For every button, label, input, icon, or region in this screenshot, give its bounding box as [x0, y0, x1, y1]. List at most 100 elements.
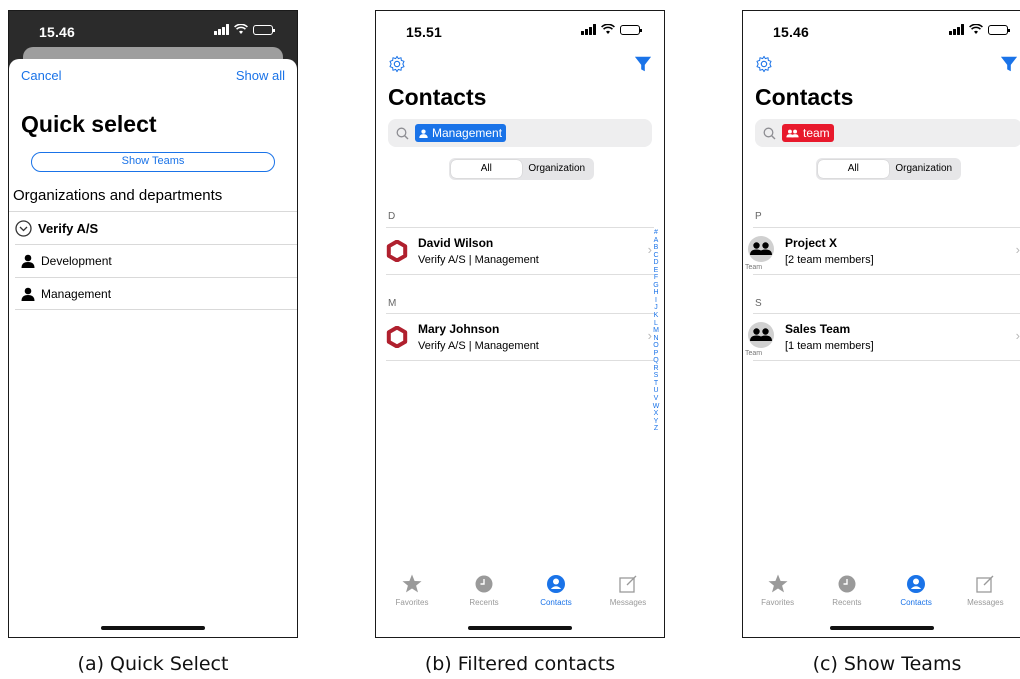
- index-letter[interactable]: Q: [652, 357, 660, 365]
- gear-icon[interactable]: [755, 55, 773, 73]
- section-letter: P: [755, 211, 762, 222]
- index-letter[interactable]: Y: [652, 418, 660, 426]
- contact-row[interactable]: David Wilson Verify A/S | Management ›: [386, 227, 654, 275]
- index-letter[interactable]: W: [652, 403, 660, 411]
- person-icon: [21, 287, 35, 301]
- segment-all[interactable]: All: [451, 160, 522, 178]
- index-letter[interactable]: D: [652, 259, 660, 267]
- status-time: 15.46: [773, 24, 810, 40]
- department-row-development[interactable]: Development: [15, 244, 297, 277]
- signal-icon: [214, 24, 229, 35]
- filtered-contacts-screen: 15.51 Contacts Management All Organizati…: [375, 10, 665, 638]
- index-letter[interactable]: K: [652, 312, 660, 320]
- index-letter[interactable]: O: [652, 342, 660, 350]
- clock-icon: [838, 575, 856, 593]
- index-letter[interactable]: J: [652, 304, 660, 312]
- index-letter[interactable]: L: [652, 320, 660, 328]
- index-letter[interactable]: N: [652, 335, 660, 343]
- segment-organization[interactable]: Organization: [889, 160, 960, 178]
- index-letter[interactable]: T: [652, 380, 660, 388]
- index-letter[interactable]: I: [652, 297, 660, 305]
- chevron-right-icon: ›: [1015, 242, 1020, 257]
- org-row-verify[interactable]: Verify A/S: [9, 211, 297, 244]
- tab-favorites[interactable]: Favorites: [743, 573, 812, 617]
- index-letter[interactable]: P: [652, 350, 660, 358]
- org-label: Verify A/S: [38, 220, 99, 236]
- tab-bar: Favorites Recents Contacts Messages: [376, 573, 664, 617]
- index-letter[interactable]: X: [652, 410, 660, 418]
- segment-organization[interactable]: Organization: [522, 160, 593, 178]
- tab-favorites[interactable]: Favorites: [376, 573, 448, 617]
- index-letter[interactable]: #: [652, 229, 660, 237]
- tab-contacts[interactable]: Contacts: [882, 573, 951, 617]
- index-letter[interactable]: Z: [652, 425, 660, 433]
- team-avatar-icon: [748, 322, 774, 348]
- clock-icon: [475, 575, 493, 593]
- home-indicator: [468, 626, 572, 630]
- segmented-control[interactable]: All Organization: [449, 158, 594, 180]
- page-title: Contacts: [388, 84, 487, 110]
- index-letter[interactable]: U: [652, 387, 660, 395]
- tab-messages[interactable]: Messages: [592, 573, 664, 617]
- search-field[interactable]: Management: [388, 119, 652, 147]
- chevron-down-circle-icon[interactable]: [15, 219, 32, 237]
- search-token[interactable]: team: [782, 124, 834, 142]
- status-time: 15.51: [406, 24, 443, 40]
- wifi-icon: [601, 24, 615, 34]
- battery-icon: [253, 24, 275, 35]
- segmented-control[interactable]: All Organization: [816, 158, 961, 180]
- department-label: Management: [41, 286, 112, 301]
- index-letter[interactable]: H: [652, 289, 660, 297]
- team-avatar-icon: [748, 236, 774, 262]
- cancel-button[interactable]: Cancel: [21, 68, 61, 83]
- team-name: Sales Team: [785, 322, 851, 336]
- filter-icon[interactable]: [634, 55, 652, 73]
- index-letter[interactable]: E: [652, 267, 660, 275]
- show-all-button[interactable]: Show all: [236, 68, 285, 83]
- caption-show-teams: (c) Show Teams: [812, 653, 962, 675]
- contact-row[interactable]: Mary Johnson Verify A/S | Management ›: [386, 313, 654, 361]
- team-badge: Team: [745, 350, 763, 357]
- search-field[interactable]: team: [755, 119, 1020, 147]
- status-icons: [214, 24, 275, 35]
- index-letter[interactable]: V: [652, 395, 660, 403]
- show-teams-button[interactable]: Show Teams: [31, 152, 275, 172]
- alphabet-index[interactable]: # A B C D E F G H I J K L M N O P Q R S T U V W X Y Z: [652, 229, 660, 433]
- department-row-management[interactable]: Management: [15, 277, 297, 310]
- index-letter[interactable]: F: [652, 274, 660, 282]
- index-letter[interactable]: B: [652, 244, 660, 252]
- person-icon: [419, 128, 428, 138]
- search-token-label: team: [803, 126, 830, 140]
- tab-contacts[interactable]: Contacts: [520, 573, 592, 617]
- tab-label: Messages: [967, 598, 1004, 607]
- tab-recents[interactable]: Recents: [448, 573, 520, 617]
- index-letter[interactable]: R: [652, 365, 660, 373]
- team-row[interactable]: Team Project X [2 team members] ›: [745, 227, 1020, 275]
- index-letter[interactable]: A: [652, 237, 660, 245]
- tab-recents[interactable]: Recents: [812, 573, 881, 617]
- index-letter[interactable]: S: [652, 372, 660, 380]
- status-icons: [949, 24, 1010, 35]
- index-letter[interactable]: C: [652, 252, 660, 260]
- search-token[interactable]: Management: [415, 124, 507, 142]
- caption-quick-select: (a) Quick Select: [77, 653, 229, 675]
- section-letter: M: [388, 298, 397, 309]
- show-teams-screen: 15.46 Contacts team All Organization P T…: [742, 10, 1020, 638]
- person-circle-icon: [907, 575, 926, 593]
- search-icon: [763, 127, 776, 139]
- index-letter[interactable]: G: [652, 282, 660, 290]
- status-bar: 15.51: [376, 11, 664, 53]
- segment-all[interactable]: All: [818, 160, 889, 178]
- tab-label: Contacts: [900, 598, 932, 607]
- tab-messages[interactable]: Messages: [951, 573, 1020, 617]
- team-row[interactable]: Team Sales Team [1 team members] ›: [745, 313, 1020, 361]
- contact-name: Mary Johnson: [418, 322, 500, 336]
- wifi-icon: [969, 24, 983, 34]
- department-label: Development: [41, 254, 112, 268]
- wifi-icon: [234, 24, 248, 34]
- index-letter[interactable]: M: [652, 327, 660, 335]
- compose-icon: [976, 575, 994, 593]
- filter-icon[interactable]: [1000, 55, 1018, 73]
- gear-icon[interactable]: [388, 55, 406, 73]
- contact-avatar-icon: [386, 240, 408, 262]
